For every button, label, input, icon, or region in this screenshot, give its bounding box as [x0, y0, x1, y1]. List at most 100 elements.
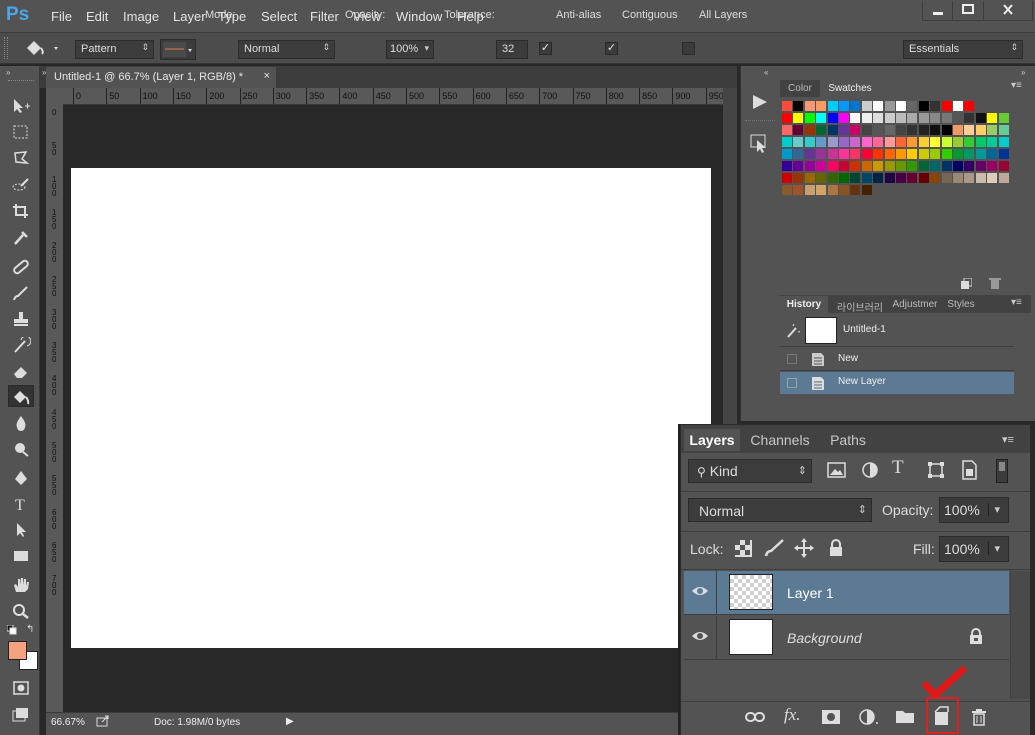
delete-swatch-icon[interactable]: [989, 277, 1001, 290]
menu-select[interactable]: Select: [261, 9, 297, 24]
zoom-tool[interactable]: [8, 600, 34, 622]
swatch[interactable]: [964, 161, 975, 171]
pen-tool[interactable]: [8, 467, 34, 489]
swatch[interactable]: [941, 125, 952, 135]
swatch[interactable]: [930, 149, 941, 159]
lasso-tool[interactable]: [8, 147, 34, 169]
close-button[interactable]: [983, 1, 1033, 21]
swatch[interactable]: [896, 137, 906, 147]
swatch[interactable]: [827, 113, 838, 123]
swatch[interactable]: [896, 125, 906, 135]
layer-name[interactable]: Layer 1: [787, 585, 834, 601]
eyedropper-tool[interactable]: [8, 226, 34, 248]
filter-toggle-switch[interactable]: [996, 459, 1008, 483]
status-menu-arrow-icon[interactable]: ▶: [286, 716, 294, 727]
foreground-color-swatch[interactable]: [8, 641, 27, 660]
swatch[interactable]: [873, 173, 884, 183]
swatch[interactable]: [884, 125, 895, 135]
swatch[interactable]: [861, 185, 872, 195]
swatch[interactable]: [839, 173, 849, 183]
swatch[interactable]: [873, 149, 884, 159]
swatch[interactable]: [782, 161, 792, 171]
swatch[interactable]: [816, 185, 827, 195]
hand-tool[interactable]: [8, 574, 34, 596]
swatch[interactable]: [793, 113, 804, 123]
menu-image[interactable]: Image: [123, 9, 159, 24]
swatch[interactable]: [793, 149, 804, 159]
swatch[interactable]: [884, 149, 895, 159]
swatch[interactable]: [816, 137, 827, 147]
collapse-right-icon[interactable]: »: [1021, 68, 1025, 77]
swatch[interactable]: [782, 113, 792, 123]
tab-layers[interactable]: Layers: [684, 429, 740, 451]
swatch[interactable]: [804, 149, 815, 159]
actions-panel-button[interactable]: [748, 92, 772, 112]
swatch[interactable]: [930, 173, 941, 183]
add-mask-icon[interactable]: [821, 709, 841, 725]
new-swatch-icon[interactable]: [960, 278, 972, 290]
menu-file[interactable]: File: [51, 9, 72, 24]
dodge-tool[interactable]: [8, 438, 34, 460]
quick-selection-tool[interactable]: [8, 174, 34, 196]
mode-dropdown[interactable]: Normal ⇕: [238, 40, 335, 59]
history-item-selected[interactable]: New Layer: [780, 372, 1014, 394]
swatch[interactable]: [793, 173, 804, 183]
marquee-tool[interactable]: [8, 121, 34, 143]
swatch[interactable]: [850, 161, 861, 171]
layer-row-selected[interactable]: Layer 1: [684, 571, 1009, 615]
swatch[interactable]: [964, 149, 975, 159]
move-tool[interactable]: [8, 95, 34, 117]
tab-adjustments[interactable]: Adjustmer: [889, 296, 941, 313]
swatch[interactable]: [918, 113, 929, 123]
swatch[interactable]: [975, 173, 986, 183]
swatch[interactable]: [907, 101, 918, 111]
swatch[interactable]: [930, 137, 941, 147]
swatch[interactable]: [896, 173, 906, 183]
swatch[interactable]: [998, 125, 1009, 135]
swatch[interactable]: [998, 113, 1009, 123]
swap-colors-icon[interactable]: ↰: [26, 624, 34, 635]
clone-stamp-tool[interactable]: [8, 308, 34, 330]
swatch[interactable]: [884, 137, 895, 147]
filter-shape-icon[interactable]: [927, 461, 945, 479]
swatch[interactable]: [884, 101, 895, 111]
link-layers-icon[interactable]: [745, 710, 765, 724]
export-icon[interactable]: [96, 715, 110, 727]
swatch[interactable]: [884, 113, 895, 123]
swatch[interactable]: [987, 137, 998, 147]
history-source-box[interactable]: [787, 378, 797, 388]
swatch[interactable]: [839, 137, 849, 147]
swatch[interactable]: [907, 113, 918, 123]
swatch[interactable]: [907, 137, 918, 147]
vertical-ruler[interactable]: 0 50 100 150 200 250 300 350 400 450 500 550 600 650 7…: [46, 105, 63, 712]
crop-tool[interactable]: [8, 200, 34, 222]
swatch[interactable]: [987, 161, 998, 171]
swatch[interactable]: [827, 149, 838, 159]
swatch[interactable]: [918, 101, 929, 111]
swatch[interactable]: [839, 113, 849, 123]
fx-icon[interactable]: fx.: [784, 705, 801, 725]
fill-source-dropdown[interactable]: Pattern ⇕: [75, 40, 154, 59]
layer-fill-input[interactable]: 100% ▾: [939, 536, 1009, 562]
swatch[interactable]: [827, 137, 838, 147]
ruler-origin[interactable]: [46, 88, 63, 105]
filter-adjustment-icon[interactable]: [861, 461, 879, 479]
swatch[interactable]: [782, 185, 792, 195]
paint-bucket-tool[interactable]: [8, 385, 34, 407]
swatch[interactable]: [839, 161, 849, 171]
maximize-button[interactable]: [952, 1, 984, 21]
menu-filter[interactable]: Filter: [310, 9, 339, 24]
swatch[interactable]: [861, 161, 872, 171]
collapse-tools-icon[interactable]: »: [6, 68, 10, 77]
swatch[interactable]: [998, 137, 1009, 147]
swatch[interactable]: [850, 113, 861, 123]
layer-thumbnail[interactable]: [729, 574, 773, 610]
swatch[interactable]: [907, 149, 918, 159]
swatch[interactable]: [861, 137, 872, 147]
healing-brush-tool[interactable]: [8, 256, 34, 278]
adjustment-layer-icon[interactable]: [858, 708, 880, 726]
swatch[interactable]: [827, 173, 838, 183]
swatch[interactable]: [975, 137, 986, 147]
swatch[interactable]: [850, 125, 861, 135]
swatch[interactable]: [782, 101, 792, 111]
